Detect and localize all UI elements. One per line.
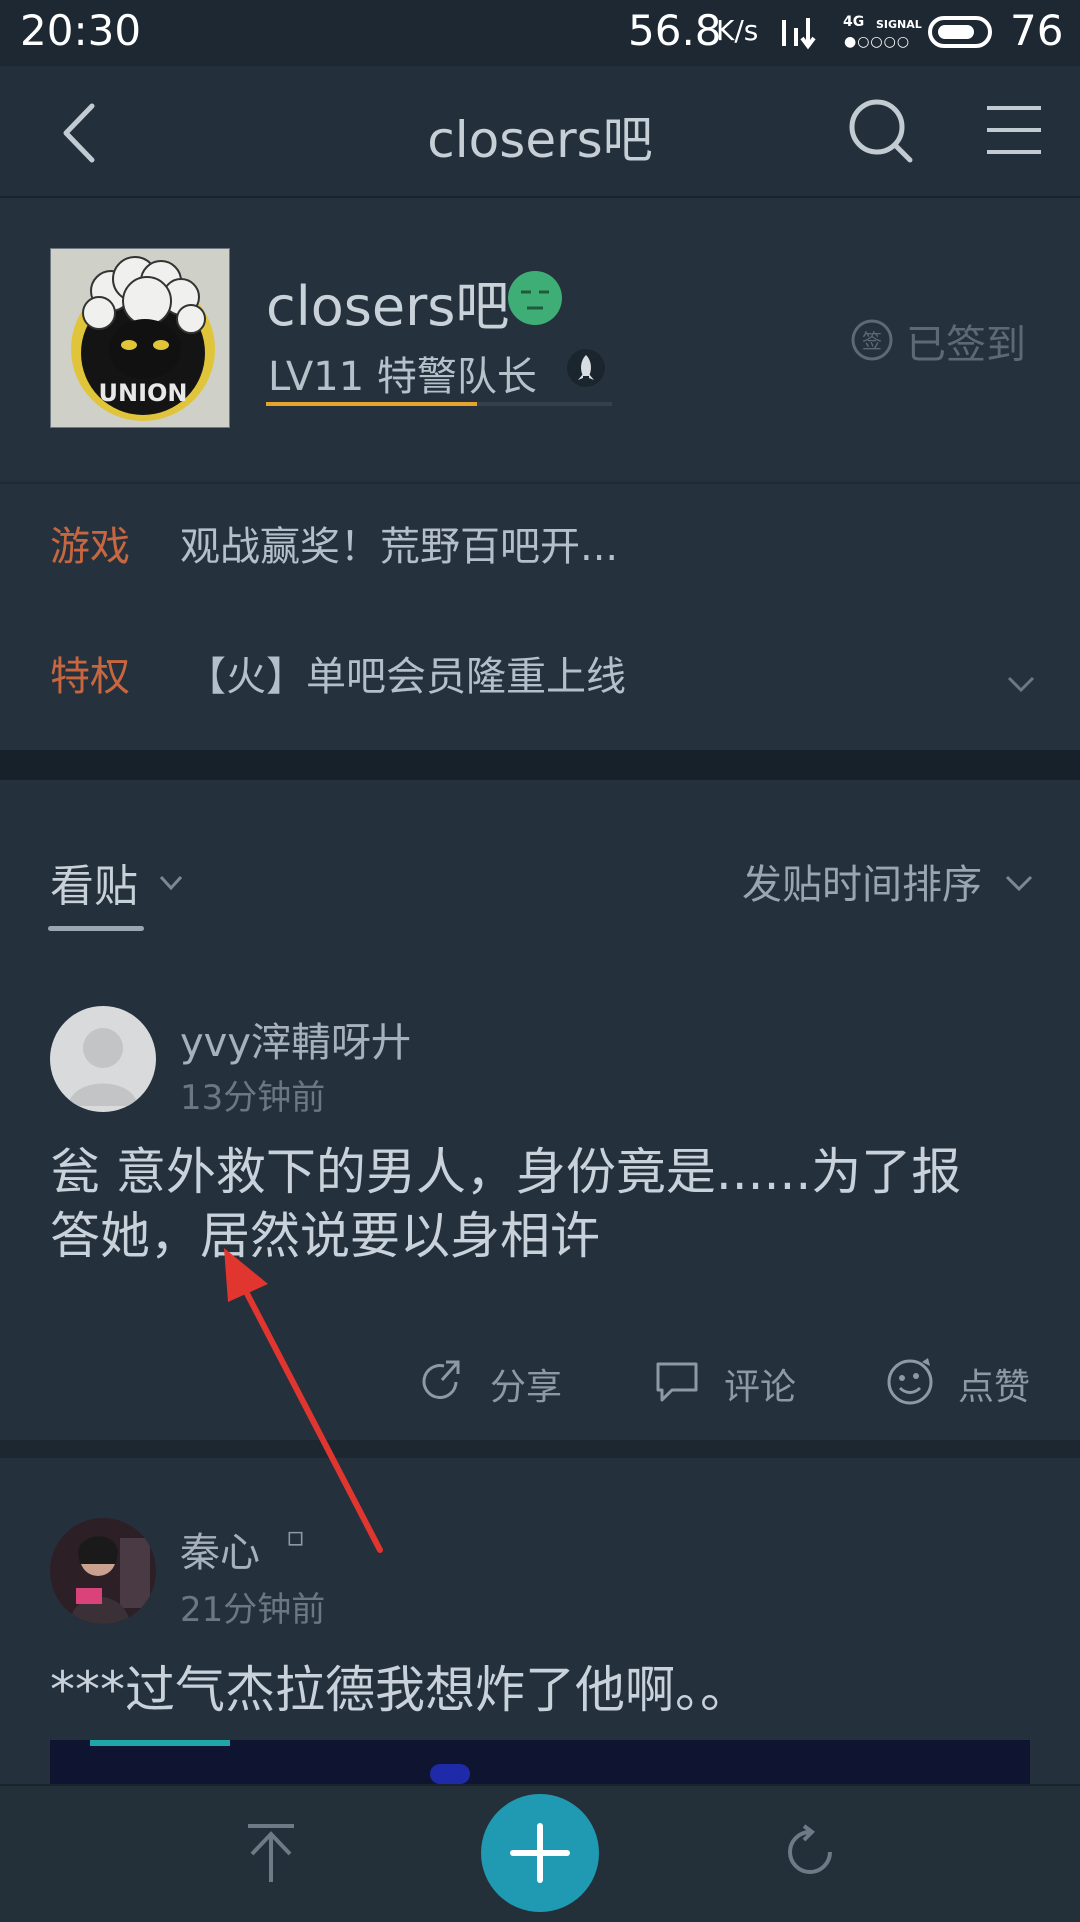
signal-arrows-icon	[782, 18, 816, 50]
post-time: 21分钟前	[180, 1590, 326, 1630]
new-post-button[interactable]	[481, 1794, 599, 1912]
scroll-to-top-icon[interactable]	[244, 1822, 298, 1884]
feed-toolbar: 看贴 发贴时间排序	[0, 780, 1080, 950]
post-item[interactable]: 秦心 ▫ 21分钟前 ***过气杰拉德我想炸了他啊。。	[0, 1458, 1080, 1784]
post-author[interactable]: yvy滓輤呀廾	[180, 1010, 411, 1068]
avatar[interactable]	[50, 1006, 156, 1112]
notice-item-game[interactable]: 游戏 观战赢奖！荒野百吧开...	[0, 484, 1080, 614]
notice-tag: 游戏	[50, 524, 130, 570]
like-button[interactable]: 点赞	[884, 1354, 1054, 1410]
tab-posts[interactable]: 看贴	[50, 850, 138, 914]
plus-icon	[510, 1823, 570, 1883]
post-title[interactable]: ***过气杰拉德我想炸了他啊。。	[50, 1658, 750, 1722]
rocket-icon	[567, 349, 605, 387]
notice-tag: 特权	[50, 654, 130, 700]
sheep-logo-icon: UNION	[51, 249, 229, 427]
status-bar: 20:30 56.8 K/s 4G SIGNAL ●○○○○ 76	[0, 0, 1080, 66]
signin-status[interactable]: 已签到	[906, 312, 1026, 370]
share-icon	[422, 1360, 460, 1399]
like-label: 点赞	[958, 1367, 1031, 1408]
comment-icon	[656, 1362, 698, 1402]
forum-logo[interactable]: UNION	[50, 248, 230, 428]
network-speed-unit: K/s	[716, 14, 759, 47]
section-divider	[0, 750, 1080, 780]
forum-level: LV11 特警队长	[268, 354, 537, 400]
post-separator	[0, 1440, 1080, 1458]
network-speed: 56.8	[628, 6, 722, 55]
emoji-face-icon	[508, 271, 562, 325]
annotation-arrow	[224, 1248, 383, 1553]
share-label: 分享	[490, 1367, 563, 1408]
svg-text:UNION: UNION	[99, 379, 188, 407]
post-image-glow	[430, 1764, 470, 1784]
chevron-down-icon[interactable]	[1006, 674, 1036, 694]
signal-label: SIGNAL	[876, 18, 922, 31]
tab-underline	[48, 926, 144, 931]
search-icon[interactable]	[846, 96, 916, 166]
post-title[interactable]: 瓮 意外救下的男人，身份竟是......为了报	[50, 1140, 961, 1204]
post-time: 13分钟前	[180, 1078, 326, 1118]
signin-stamp-icon: 签	[851, 319, 893, 361]
top-nav: closers吧	[0, 66, 1080, 198]
menu-icon[interactable]	[985, 102, 1043, 158]
notice-list: 游戏 观战赢奖！荒野百吧开... 特权 【火】单吧会员隆重上线	[0, 482, 1080, 752]
post-item[interactable]: yvy滓輤呀廾 13分钟前 瓮 意外救下的男人，身份竟是......为了报 答她…	[0, 950, 1080, 1440]
forum-name: closers吧	[266, 275, 510, 338]
post-image[interactable]	[50, 1740, 1030, 1784]
refresh-icon[interactable]	[780, 1822, 840, 1882]
forum-header: UNION closers吧 LV11 特警队长 签 已签到	[0, 198, 1080, 480]
user-photo-icon	[50, 1518, 156, 1624]
notice-item-privilege[interactable]: 特权 【火】单吧会员隆重上线	[0, 614, 1080, 744]
signal-strength: ●○○○○	[844, 34, 911, 50]
network-type: 4G	[843, 14, 865, 30]
comment-label: 评论	[724, 1367, 797, 1408]
status-time: 20:30	[20, 6, 142, 55]
notice-text: 观战赢奖！荒野百吧开...	[180, 524, 619, 570]
share-button[interactable]: 分享	[418, 1354, 588, 1410]
comment-button[interactable]: 评论	[654, 1354, 824, 1410]
page-title: closers吧	[427, 111, 653, 169]
like-face-icon	[887, 1358, 933, 1405]
avatar[interactable]	[50, 1518, 156, 1624]
sort-dropdown[interactable]: 发贴时间排序	[742, 852, 982, 910]
svg-text:签: 签	[862, 329, 882, 353]
notice-text: 【火】单吧会员隆重上线	[186, 654, 626, 700]
post-image-accent	[90, 1740, 230, 1746]
battery-level: 76	[1010, 6, 1064, 55]
level-progress-bar	[266, 402, 612, 406]
chevron-down-icon[interactable]	[1004, 874, 1034, 892]
default-user-icon	[68, 1028, 138, 1106]
battery-icon	[928, 16, 992, 48]
chevron-down-icon[interactable]	[158, 874, 184, 892]
